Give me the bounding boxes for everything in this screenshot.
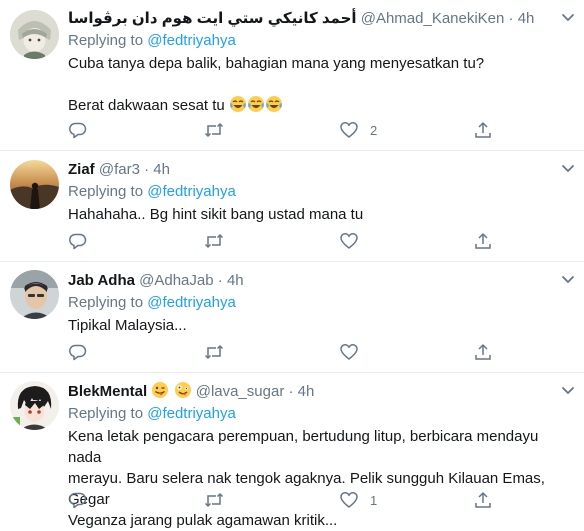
share-button[interactable] — [474, 489, 492, 511]
tweet-text-line: Berat dakwaan sesat tu — [68, 95, 574, 119]
user-handle[interactable]: @far3 — [99, 161, 140, 178]
replying-to: Replying to @fedtriyahya — [68, 292, 574, 314]
replying-to: Replying to @fedtriyahya — [68, 30, 574, 52]
tweet-header: Ziaf @far3 · 4h — [68, 159, 574, 181]
tweet-text-line: Veganza jarang pulak agamawan kritik... — [68, 512, 338, 529]
display-name[interactable]: أحمد كانيكي ستي ايت هوم دان برڤواسا — [68, 10, 357, 27]
heart-icon — [340, 492, 358, 508]
display-name[interactable]: Ziaf — [68, 161, 95, 178]
display-name[interactable]: BlekMental — [68, 383, 147, 400]
separator-dot: · — [144, 161, 150, 178]
tweet-header: أحمد كانيكي ستي ايت هوم دان برڤواسا @Ahm… — [68, 8, 574, 30]
share-button[interactable] — [474, 119, 492, 141]
user-handle[interactable]: @AdhaJab — [139, 272, 213, 289]
tweet-header: BlekMental @lava_sugar · 4h — [68, 381, 574, 403]
retweet-button[interactable] — [204, 119, 224, 141]
separator-dot: · — [217, 272, 223, 289]
joy-emoji — [229, 95, 247, 119]
timestamp[interactable]: 4h — [298, 383, 315, 400]
share-icon — [475, 492, 491, 508]
reply-button[interactable] — [69, 489, 87, 511]
separator-dot: · — [288, 383, 294, 400]
tweet-content: Jab Adha @AdhaJab · 4h Replying to @fedt… — [68, 270, 574, 336]
retweet-icon — [204, 492, 224, 508]
like-button[interactable]: 2 — [340, 119, 377, 141]
timestamp[interactable]: 4h — [227, 272, 244, 289]
user-handle[interactable]: @lava_sugar — [196, 383, 285, 400]
tweet-text-line: Kena letak pengacara perempuan, bertudun… — [68, 428, 539, 466]
retweet-button[interactable] — [204, 341, 224, 363]
tweet-2[interactable]: Ziaf @far3 · 4h Replying to @fedtriyahya… — [0, 151, 584, 262]
tweet-text: Tipikal Malaysia... — [68, 317, 187, 334]
tweet-4[interactable]: BlekMental @lava_sugar · 4h Replying to … — [0, 373, 584, 529]
timestamp[interactable]: 4h — [518, 10, 535, 27]
reply-button[interactable] — [69, 230, 87, 252]
more-options-chevron-icon[interactable] — [560, 161, 576, 177]
tweet-header: Jab Adha @AdhaJab · 4h — [68, 270, 574, 292]
heart-icon — [340, 122, 358, 138]
heart-icon — [340, 344, 358, 360]
more-options-chevron-icon[interactable] — [560, 10, 576, 26]
avatar[interactable] — [10, 270, 59, 319]
more-options-chevron-icon[interactable] — [560, 383, 576, 399]
tweet-text-line: Cuba tanya depa balik, bahagian mana yan… — [68, 55, 485, 72]
retweet-icon — [204, 344, 224, 360]
replying-to-link[interactable]: @fedtriyahya — [147, 32, 236, 49]
replying-to-link[interactable]: @fedtriyahya — [147, 183, 236, 200]
retweet-icon — [204, 122, 224, 138]
like-count: 2 — [370, 122, 378, 138]
share-button[interactable] — [474, 230, 492, 252]
reply-button[interactable] — [69, 119, 87, 141]
replying-to-label: Replying to — [68, 405, 144, 422]
replying-to-link[interactable]: @fedtriyahya — [147, 405, 236, 422]
joy-emoji — [247, 95, 265, 119]
reply-icon — [69, 492, 87, 509]
like-button[interactable] — [340, 341, 370, 363]
replying-to-label: Replying to — [68, 32, 144, 49]
tweet-text: Kena letak pengacara perempuan, bertudun… — [68, 426, 574, 531]
retweet-button[interactable] — [204, 489, 224, 511]
separator-dot: · — [508, 10, 514, 27]
share-icon — [475, 344, 491, 360]
tweet-actions — [68, 230, 508, 252]
like-button[interactable] — [340, 230, 370, 252]
replying-to-link[interactable]: @fedtriyahya — [147, 294, 236, 311]
tweet-content: Ziaf @far3 · 4h Replying to @fedtriyahya… — [68, 159, 574, 225]
tweet-actions — [68, 341, 508, 363]
replying-to: Replying to @fedtriyahya — [68, 181, 574, 203]
retweet-button[interactable] — [204, 230, 224, 252]
reply-icon — [69, 344, 87, 361]
avatar[interactable] — [10, 381, 59, 430]
tweet-text: Hahahaha.. Bg hint sikit bang ustad mana… — [68, 206, 364, 223]
reply-icon — [69, 122, 87, 139]
heart-icon — [340, 233, 358, 249]
share-button[interactable] — [474, 341, 492, 363]
tweet-content: أحمد كانيكي ستي ايت هوم دان برڤواسا @Ahm… — [68, 8, 574, 119]
reply-button[interactable] — [69, 341, 87, 363]
tweet-actions: 1 — [68, 489, 508, 511]
share-icon — [475, 233, 491, 249]
display-name[interactable]: Jab Adha — [68, 272, 135, 289]
like-count: 1 — [370, 492, 378, 508]
retweet-icon — [204, 233, 224, 249]
tweet-actions: 2 — [68, 119, 508, 141]
timestamp[interactable]: 4h — [153, 161, 170, 178]
tweet-1[interactable]: أحمد كانيكي ستي ايت هوم دان برڤواسا @Ahm… — [0, 0, 584, 151]
replying-to-label: Replying to — [68, 183, 144, 200]
user-handle[interactable]: @Ahmad_KanekiKen — [361, 10, 505, 27]
avatar[interactable] — [10, 10, 59, 59]
like-button[interactable]: 1 — [340, 489, 377, 511]
joy-emoji — [265, 95, 283, 119]
tweet-3[interactable]: Jab Adha @AdhaJab · 4h Replying to @fedt… — [0, 262, 584, 373]
tweet-text-segment: Berat dakwaan sesat tu — [68, 97, 225, 114]
more-options-chevron-icon[interactable] — [560, 272, 576, 288]
reply-icon — [69, 233, 87, 250]
replying-to: Replying to @fedtriyahya — [68, 403, 574, 425]
replying-to-label: Replying to — [68, 294, 144, 311]
tweet-text: Cuba tanya depa balik, bahagian mana yan… — [68, 53, 574, 119]
share-icon — [475, 122, 491, 138]
avatar[interactable] — [10, 160, 59, 209]
